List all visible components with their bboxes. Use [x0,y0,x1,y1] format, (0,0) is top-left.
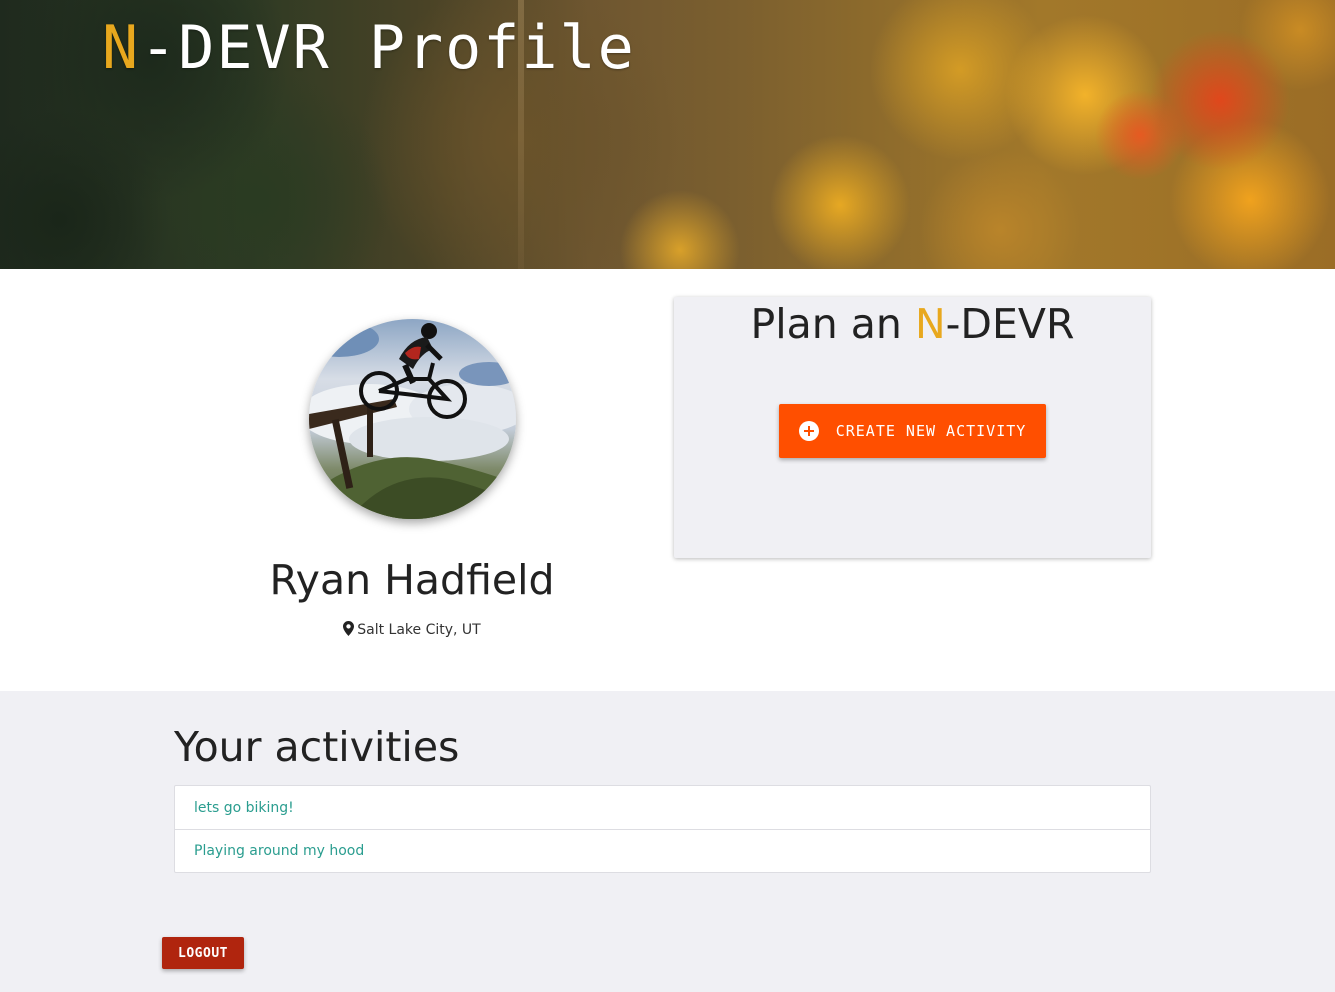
activities-list: lets go biking! Playing around my hood [174,785,1151,873]
plan-title-prefix: Plan an [750,300,915,348]
profile-avatar [309,319,516,519]
plan-title-accent: N [914,300,946,348]
plan-card-title: Plan an N-DEVR [674,297,1151,351]
mountain-biker-photo [309,321,516,519]
create-new-activity-button[interactable]: CREATE NEW ACTIVITY [779,404,1046,458]
create-new-activity-label: CREATE NEW ACTIVITY [835,422,1027,440]
page-title-accent: N [102,13,141,83]
plus-circle-icon [798,421,819,441]
hero-banner: N-DEVR Profile [0,0,1335,269]
activities-section: Your activities lets go biking! Playing … [0,691,1335,992]
logout-button[interactable]: LOGOUT [162,937,244,969]
activity-item[interactable]: lets go biking! [175,786,1150,829]
plan-title-rest: -DEVR [945,300,1075,348]
page-title: N-DEVR Profile [102,10,636,86]
profile-location-text: Salt Lake City, UT [357,622,481,638]
profile-location: Salt Lake City, UT [212,620,612,642]
page-title-text: -DEVR Profile [140,13,636,83]
activity-item[interactable]: Playing around my hood [175,829,1150,872]
activities-heading: Your activities [174,723,460,771]
plan-activity-card: Plan an N-DEVR CREATE NEW ACTIVITY [674,297,1151,558]
profile-name: Ryan Hadfield [269,556,555,604]
map-marker-icon [343,621,355,642]
